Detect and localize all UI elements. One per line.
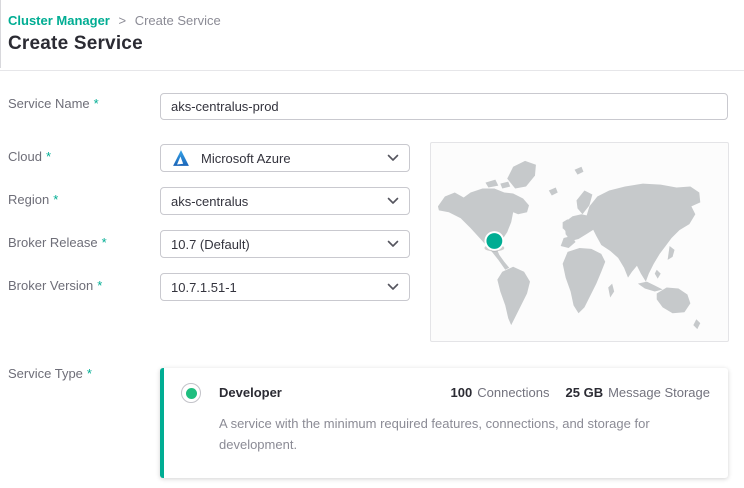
region-label-text: Region [8,192,49,207]
required-asterisk: * [46,149,51,164]
broker-release-label: Broker Release * [8,235,107,250]
breadcrumb: Cluster Manager > Create Service [8,13,221,29]
breadcrumb-separator: > [119,13,127,28]
cloud-select[interactable]: Microsoft Azure [160,144,410,172]
connections-label: Connections [477,385,549,400]
breadcrumb-current: Create Service [135,13,221,28]
service-name-label: Service Name * [8,96,99,111]
required-asterisk: * [53,192,58,207]
service-type-label: Service Type * [8,366,92,381]
panel-edge-divider [0,0,1,68]
region-marker-icon [484,231,504,251]
region-select-value: aks-centralus [171,194,381,209]
required-asterisk: * [87,366,92,381]
broker-release-select-value: 10.7 (Default) [171,237,381,252]
required-asterisk: * [94,96,99,111]
broker-release-label-text: Broker Release [8,235,98,250]
storage-label: Message Storage [608,385,710,400]
service-type-description: A service with the minimum required feat… [219,413,719,455]
chevron-down-icon [387,283,399,291]
service-type-stats: 100 Connections 25 GB Message Storage [451,385,710,400]
radio-selected-icon[interactable] [181,383,201,403]
service-name-input[interactable] [160,93,728,120]
broker-version-select[interactable]: 10.7.1.51-1 [160,273,410,301]
cloud-label: Cloud * [8,149,51,164]
chevron-down-icon [387,240,399,248]
broker-version-label-text: Broker Version [8,278,93,293]
broker-version-select-value: 10.7.1.51-1 [171,280,381,295]
service-type-name: Developer [219,385,282,400]
service-type-card-developer[interactable]: Developer 100 Connections 25 GB Message … [160,368,728,478]
breadcrumb-cluster-manager[interactable]: Cluster Manager [8,13,110,28]
cloud-select-value: Microsoft Azure [201,151,381,166]
chevron-down-icon [387,154,399,162]
header-divider [0,70,744,71]
service-type-label-text: Service Type [8,366,83,381]
create-service-page: Cluster Manager > Create Service Create … [0,0,744,488]
chevron-down-icon [387,197,399,205]
radio-dot [186,388,197,399]
broker-release-select[interactable]: 10.7 (Default) [160,230,410,258]
world-map-graphic [431,143,728,341]
azure-logo-icon [171,149,191,167]
region-select[interactable]: aks-centralus [160,187,410,215]
broker-version-label: Broker Version * [8,278,102,293]
storage-value: 25 GB [566,385,604,400]
region-label: Region * [8,192,58,207]
required-asterisk: * [102,235,107,250]
connections-value: 100 [451,385,473,400]
page-title: Create Service [8,33,143,55]
cloud-label-text: Cloud [8,149,42,164]
required-asterisk: * [97,278,102,293]
region-world-map [430,142,729,342]
service-name-label-text: Service Name [8,96,90,111]
